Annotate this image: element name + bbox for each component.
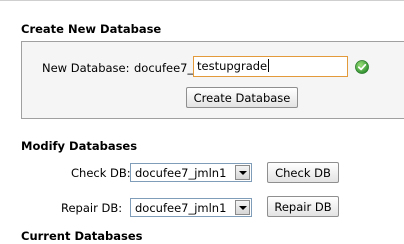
chevron-down-icon[interactable] [235, 165, 250, 180]
green-check-icon [355, 60, 369, 74]
check-db-selected: docufee7_jmln1 [135, 166, 227, 180]
new-database-input[interactable]: testupgrade [193, 56, 348, 77]
repair-db-button[interactable]: Repair DB [267, 196, 339, 217]
repair-db-label: Repair DB: [61, 201, 123, 215]
chevron-down-icon[interactable] [235, 200, 250, 215]
database-prefix: docufee7_ [134, 61, 194, 75]
check-db-button[interactable]: Check DB [267, 162, 339, 183]
text-caret [268, 59, 270, 72]
new-database-label: New Database: [42, 61, 130, 75]
top-divider [0, 0, 404, 1]
check-db-select[interactable]: docufee7_jmln1 [130, 163, 252, 182]
check-db-label: Check DB: [71, 166, 131, 180]
create-section-title: Create New Database [21, 22, 162, 36]
repair-db-select[interactable]: docufee7_jmln1 [130, 198, 252, 217]
new-database-input-value: testupgrade [197, 59, 268, 73]
current-section-title: Current Databases [21, 229, 143, 243]
modify-section-title: Modify Databases [21, 139, 138, 153]
repair-db-selected: docufee7_jmln1 [135, 201, 227, 215]
create-database-button[interactable]: Create Database [186, 87, 298, 108]
